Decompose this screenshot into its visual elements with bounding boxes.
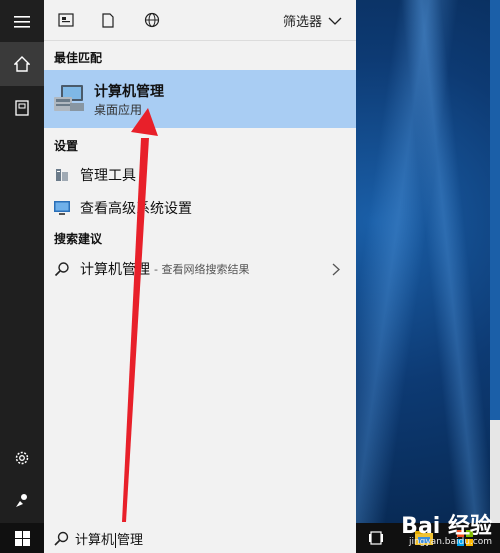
hamburger-menu-button[interactable] xyxy=(0,0,44,44)
apps-icon xyxy=(58,13,74,27)
notebook-button[interactable] xyxy=(0,86,44,130)
chevron-down-icon xyxy=(328,17,342,25)
feedback-icon xyxy=(16,494,27,507)
watermark-url: jingyan.baidu.com xyxy=(408,537,492,547)
search-icon xyxy=(52,259,72,279)
hamburger-icon xyxy=(14,16,30,28)
feedback-button[interactable] xyxy=(0,478,44,522)
task-view-icon xyxy=(369,531,383,545)
best-match-result[interactable]: 计算机管理 桌面应用 xyxy=(44,70,356,128)
tools-icon xyxy=(52,165,72,185)
search-input-text: 计算机 管理 xyxy=(75,529,143,548)
computer-management-icon xyxy=(52,81,86,115)
settings-item-advanced-system[interactable]: 查看高级系统设置 xyxy=(44,192,356,224)
best-match-subtitle: 桌面应用 xyxy=(94,103,143,117)
watermark-logo: Bai 经验 xyxy=(401,514,492,539)
start-left-rail xyxy=(0,0,44,523)
best-match-title: 计算机管理 xyxy=(94,84,164,100)
home-icon xyxy=(14,56,30,72)
text-caret xyxy=(115,532,117,548)
filter-label: 筛选器 xyxy=(282,15,322,30)
web-suggestion-item[interactable]: 计算机管理 - 查看网络搜索结果 xyxy=(44,253,356,285)
globe-icon xyxy=(144,12,160,28)
apps-filter-button[interactable] xyxy=(56,10,76,30)
home-button[interactable] xyxy=(0,42,44,86)
settings-item-label: 管理工具 xyxy=(80,168,136,184)
task-view-button[interactable] xyxy=(368,529,386,547)
search-text-before-caret: 计算机 xyxy=(75,532,115,548)
monitor-settings-icon xyxy=(52,198,72,218)
start-button[interactable] xyxy=(0,523,44,553)
search-text-after-caret: 管理 xyxy=(117,532,144,548)
baidu-jingyan-watermark: Bai 经验 jingyan.baidu.com xyxy=(401,508,492,547)
settings-button[interactable] xyxy=(0,436,44,480)
taskbar-search-box[interactable]: 计算机 管理 xyxy=(44,523,356,553)
search-suggestions-heading: 搜索建议 xyxy=(54,232,103,246)
chevron-right-icon xyxy=(332,263,340,276)
search-icon xyxy=(54,531,69,546)
window-edge xyxy=(490,0,500,440)
suggestion-label: 计算机管理 xyxy=(80,262,150,278)
best-match-heading: 最佳匹配 xyxy=(54,51,103,65)
settings-item-admin-tools[interactable]: 管理工具 xyxy=(44,159,356,191)
gear-icon xyxy=(15,451,29,465)
windows-logo-icon xyxy=(14,530,30,546)
filter-toolbar: 筛选器 xyxy=(44,0,356,41)
documents-filter-button[interactable] xyxy=(98,10,118,30)
notebook-icon xyxy=(15,100,29,116)
filter-dropdown[interactable]: 筛选器 xyxy=(283,11,342,30)
document-icon xyxy=(102,12,114,28)
suggestion-detail: - 查看网络搜索结果 xyxy=(154,263,250,276)
search-results-panel: 筛选器 最佳匹配 计算机管理 桌面应用 设置 管理工具 查看高级系统设置 搜索建… xyxy=(44,0,356,523)
settings-heading: 设置 xyxy=(54,139,79,153)
web-filter-button[interactable] xyxy=(142,10,162,30)
settings-item-label: 查看高级系统设置 xyxy=(80,201,192,217)
